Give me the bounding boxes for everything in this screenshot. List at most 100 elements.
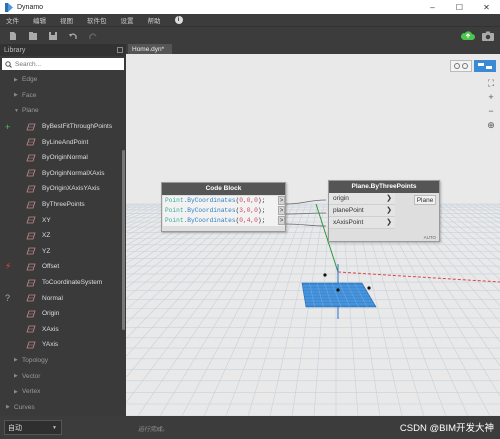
plane-node-icon [25,137,37,147]
run-status-text: 运行完成。 [138,427,169,433]
plane-node-icon [25,262,37,272]
library-scrollbar[interactable] [122,150,125,330]
library-node-item[interactable]: YZ [0,244,120,260]
library-node-label: ByThreePoints [42,201,85,209]
menu-settings[interactable]: 设置 [121,15,134,25]
origin-point [336,288,340,292]
category-vector[interactable]: ▶ Vector [0,368,120,384]
library-node-label: Offset [42,263,60,271]
code-output-port[interactable]: > [278,216,285,225]
save-icon[interactable] [48,31,58,41]
input-port-xaxispoint[interactable]: xAxisPoint ❯ [329,217,395,229]
fit-view-icon[interactable]: ⛶ [486,78,496,92]
input-port-planepoint[interactable]: planePoint ❯ [329,205,395,217]
library-node-item[interactable]: ByOriginXAxisYAxis [0,181,120,197]
library-node-item[interactable]: XZ [0,228,120,244]
code-line[interactable]: Point.ByCoordinates(0,0,0); > [163,196,285,206]
category-curves[interactable]: ▶ Curves [0,399,120,415]
plane-node-icon [25,122,37,132]
code-line[interactable]: Point.ByCoordinates(3,0,0); > [163,206,285,216]
library-node-item[interactable]: ByOriginNormal [0,150,120,166]
library-node-item[interactable]: ⚡ Offset [0,259,120,275]
library-node-item[interactable]: ByOriginNormalXAxis [0,166,120,182]
minimize-button[interactable]: – [419,0,446,14]
y-point [323,273,327,277]
library-node-item[interactable]: ToCoordinateSystem [0,275,120,291]
library-node-item[interactable]: + ByBestFitThroughPoints [0,119,120,135]
maximize-button[interactable]: ☐ [446,0,473,14]
plane-node-icon [25,231,37,241]
code-line[interactable]: Point.ByCoordinates(0,4,0); > [163,216,285,226]
redo-icon[interactable] [88,31,98,41]
3d-view-button[interactable] [474,60,496,72]
menu-packages[interactable]: 软件包 [87,15,107,25]
tab-home-dyn[interactable]: Home.dyn* [128,44,172,54]
code-editor[interactable]: Point.ByCoordinates(0,0,0); > Point.ByCoor… [163,196,285,226]
category-vertex[interactable]: ▶ Vertex [0,384,120,400]
camera-icon[interactable] [482,31,494,41]
run-mode-dropdown[interactable]: 自动 ▼ [4,420,62,435]
plane-node-icon [25,293,37,303]
menu-bar: 文件 编辑 视图 软件包 设置 帮助 i [0,14,500,26]
category-edge[interactable]: ▶ Edge [0,72,120,88]
zoom-in-icon[interactable]: + [486,92,496,106]
zoom-out-icon[interactable]: − [486,106,496,120]
library-node-item[interactable]: ByLineAndPoint [0,134,120,150]
plane-node-icon [25,309,37,319]
library-header: Library [0,44,126,56]
input-port-origin[interactable]: origin ❯ [329,193,395,205]
library-node-label: ToCoordinateSystem [42,279,103,287]
library-node-label: Normal [42,294,63,302]
code-output-port[interactable]: > [278,196,285,205]
plane-by-three-points-node[interactable]: Plane.ByThreePoints origin ❯ planePoint ❯ xA… [328,180,440,242]
menu-view[interactable]: 视图 [60,15,73,25]
menu-help[interactable]: 帮助 [148,15,161,25]
library-node-label: XZ [42,232,51,240]
library-node-item[interactable]: Origin [0,306,120,322]
library-node-label: YAxis [42,341,59,349]
library-node-item[interactable]: ? Normal [0,290,120,306]
cloud-icon[interactable] [460,29,476,42]
library-search[interactable] [2,58,124,70]
library-node-item[interactable]: XAxis [0,322,120,338]
plane-node-title: Plane.ByThreePoints [329,181,439,193]
window-title: Dynamo [17,3,44,11]
info-icon[interactable]: i [174,16,183,24]
library-tree: ▶ Edge ▶ Face ▼ Plane + ByBestFitThroughPoin… [0,72,120,415]
library-node-item[interactable]: ByThreePoints [0,197,120,213]
code-block-node[interactable]: Code Block Point.ByCoordinates(0,0,0); > P… [161,182,286,232]
category-plane[interactable]: ▼ Plane [0,103,120,119]
x-axis-line [337,271,500,283]
wire-origin [285,199,327,205]
collapse-panel-icon[interactable] [117,47,123,53]
category-face[interactable]: ▶ Face [0,88,120,104]
code-output-port[interactable]: > [278,206,285,215]
menu-file[interactable]: 文件 [6,15,19,25]
open-file-icon[interactable] [28,31,38,41]
category-topology[interactable]: ▶ Topology [0,353,120,369]
view-mode-toggle [450,60,496,72]
close-button[interactable]: ✕ [473,0,500,14]
search-input[interactable] [15,60,115,68]
library-node-label: ByBestFitThroughPoints [42,123,113,131]
plane-node-icon [25,324,37,334]
graph-view-button[interactable] [450,60,472,72]
library-node-label: YZ [42,247,51,255]
plane-node-icon [25,200,37,210]
library-node-item[interactable]: YAxis [0,337,120,353]
plane-node-icon [25,246,37,256]
new-file-icon[interactable] [8,31,18,41]
plane-preview [301,282,377,308]
plane-node-icon [25,215,37,225]
dynamo-logo-icon [4,2,13,12]
library-panel: Library ▶Edge ▶Face ▼Plane + ByBestFitThr… [0,44,126,416]
workspace-canvas[interactable]: ⛶ + − ⊕ Code Block Point.ByCoordinates(0… [126,54,500,416]
library-node-label: Origin [42,310,60,318]
menu-edit[interactable]: 编辑 [33,15,46,25]
library-node-item[interactable]: XY [0,212,120,228]
undo-icon[interactable] [68,31,78,41]
pan-icon[interactable]: ⊕ [486,120,496,134]
plane-node-icon [25,340,37,350]
chevron-down-icon: ▼ [52,424,57,431]
output-port-plane[interactable]: Plane [414,195,436,205]
